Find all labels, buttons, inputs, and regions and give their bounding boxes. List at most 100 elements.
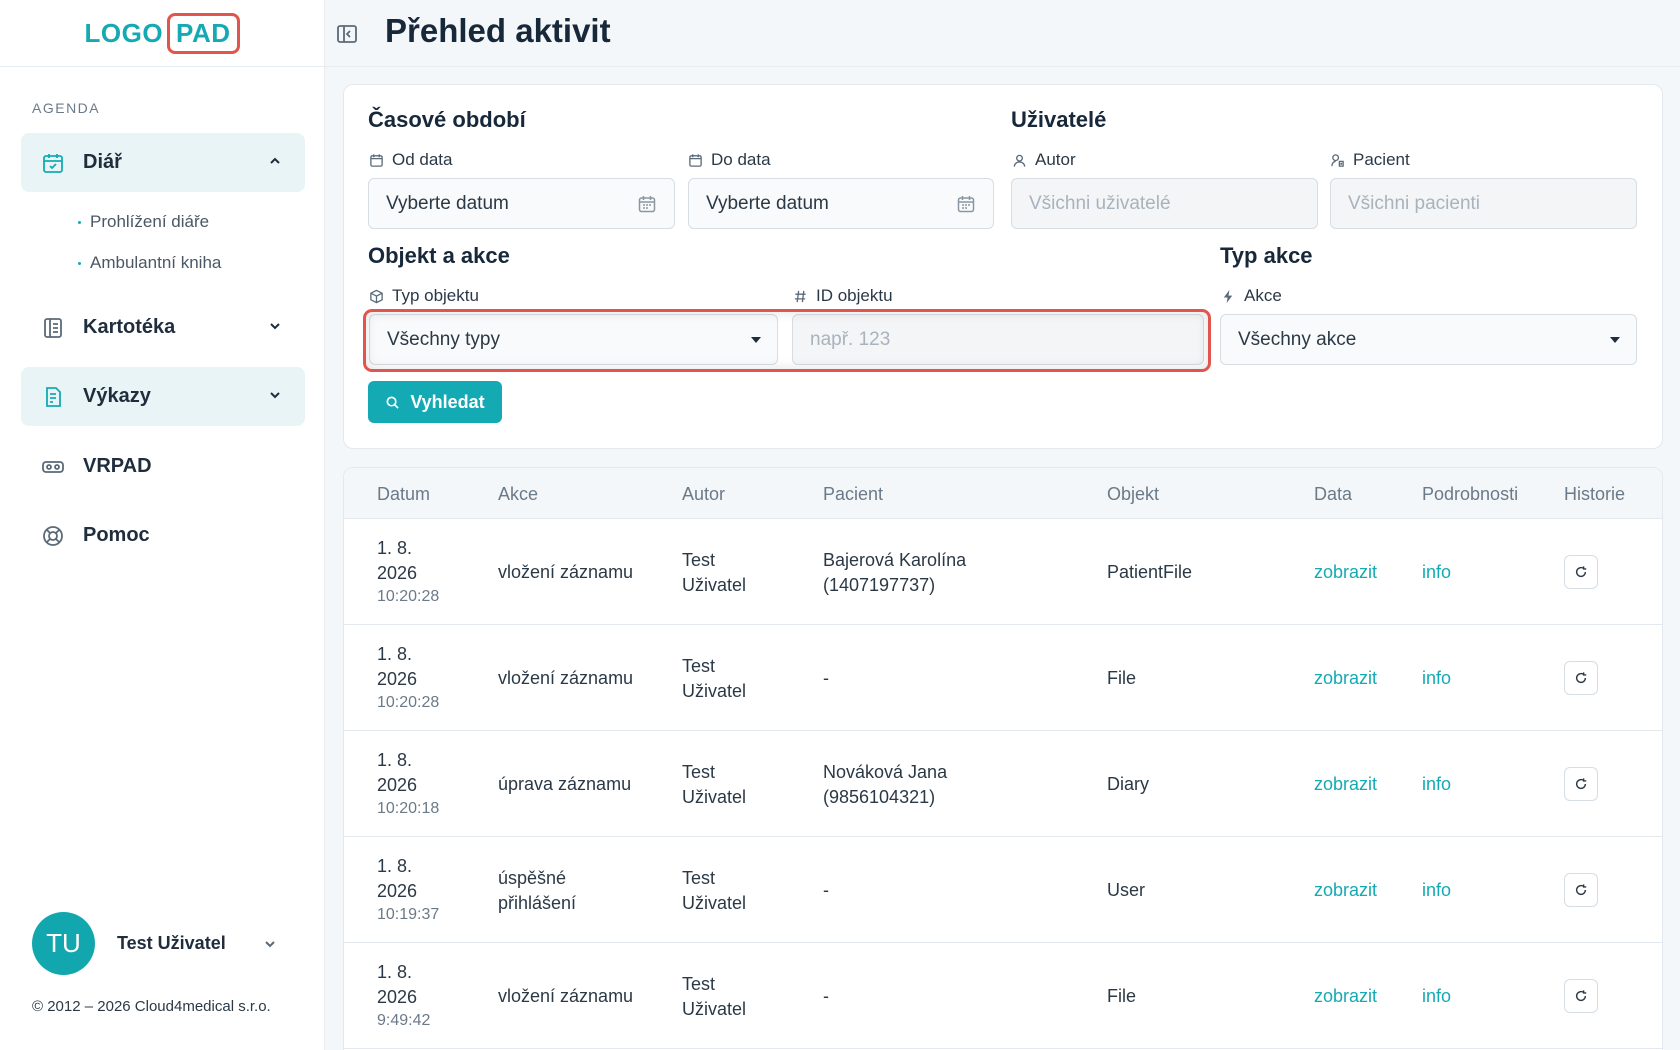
author-cell: Test Uživatel bbox=[682, 866, 746, 916]
date-cell: 1. 8. 2026 9:49:42 bbox=[377, 960, 430, 1032]
calendar-icon bbox=[370, 153, 383, 167]
to-date-input[interactable]: Vyberte datum bbox=[688, 178, 994, 229]
cell-line: Nováková Jana bbox=[823, 762, 948, 782]
details-link[interactable]: info bbox=[1422, 878, 1451, 903]
cell-line: Test bbox=[682, 656, 716, 676]
details-link[interactable]: info bbox=[1422, 772, 1451, 797]
object-cell: User bbox=[1107, 880, 1146, 900]
details-link[interactable]: info bbox=[1422, 666, 1451, 691]
search-button[interactable]: Vyhledat bbox=[368, 381, 502, 423]
caret-down-icon bbox=[1610, 337, 1620, 343]
date-cell: 1. 8. 2026 10:20:18 bbox=[377, 748, 439, 820]
data-link[interactable]: zobrazit bbox=[1314, 666, 1377, 691]
object-id-placeholder: např. 123 bbox=[810, 328, 891, 350]
refresh-icon bbox=[1575, 672, 1587, 684]
object-type-select[interactable]: Všechny typy bbox=[369, 314, 778, 365]
bullet-dot bbox=[78, 261, 81, 265]
date-year: 2026 bbox=[377, 563, 418, 583]
object-cell: Diary bbox=[1107, 774, 1150, 794]
date-day: 1. 8. bbox=[377, 856, 413, 876]
action-cell: vložení záznamu bbox=[498, 560, 633, 585]
caret-down-icon bbox=[751, 337, 761, 343]
refresh-icon bbox=[1575, 566, 1587, 578]
author-input[interactable]: Všichni uživatelé bbox=[1011, 178, 1318, 229]
col-header-history: Historie bbox=[1564, 484, 1626, 504]
calendar-icon bbox=[957, 196, 975, 213]
sidebar-subitem-ambulantni[interactable]: Ambulantní kniha bbox=[78, 253, 221, 273]
table-row: 1. 8. 2026 10:19:37 úspěšné přihlášení Test Už… bbox=[344, 837, 1662, 943]
data-link[interactable]: zobrazit bbox=[1314, 984, 1377, 1009]
patient-cell: Bajerová Karolína (1407197737) bbox=[823, 548, 966, 598]
section-label-agenda: AGENDA bbox=[32, 100, 101, 116]
logo[interactable]: LOGO PAD bbox=[84, 12, 240, 54]
date-year: 2026 bbox=[377, 775, 418, 795]
user-menu[interactable]: TU Test Uživatel bbox=[32, 912, 275, 975]
from-date-input[interactable]: Vyberte datum bbox=[368, 178, 675, 229]
col-header-patient: Pacient bbox=[823, 484, 884, 504]
col-header-action: Akce bbox=[498, 484, 539, 504]
patient-cell: Nováková Jana (9856104321) bbox=[823, 760, 947, 810]
sidebar-item-kartoteka[interactable]: Kartotéka bbox=[21, 298, 305, 357]
chevron-up-icon bbox=[267, 153, 283, 169]
cell-line: vložení záznamu bbox=[498, 986, 634, 1006]
to-date-value: Vyberte datum bbox=[706, 192, 829, 214]
data-link[interactable]: zobrazit bbox=[1314, 560, 1377, 585]
date-year: 2026 bbox=[377, 669, 418, 689]
table-row: 1. 8. 2026 9:49:42 vložení záznamu Test Uživa… bbox=[344, 943, 1662, 1049]
page-header: Přehled aktivit bbox=[325, 0, 1680, 67]
history-button[interactable] bbox=[1564, 661, 1598, 695]
object-type-value: Všechny typy bbox=[387, 328, 500, 350]
cell-line: Uživatel bbox=[682, 893, 747, 913]
sidebar-item-diar[interactable]: Diář bbox=[21, 133, 305, 192]
sidebar-subitem-prohlizeni[interactable]: Prohlížení diáře bbox=[78, 212, 209, 232]
object-type-label: Typ objektu bbox=[369, 286, 479, 306]
sidebar-subitem-label: Prohlížení diáře bbox=[90, 212, 210, 231]
action-cell: vložení záznamu bbox=[498, 984, 633, 1009]
data-link[interactable]: zobrazit bbox=[1314, 772, 1377, 797]
history-button[interactable] bbox=[1564, 979, 1598, 1013]
history-button[interactable] bbox=[1564, 873, 1598, 907]
sidebar-item-pomoc[interactable]: Pomoc bbox=[21, 506, 305, 565]
filter-panel bbox=[343, 84, 1663, 449]
user-icon bbox=[1013, 154, 1026, 167]
object-id-input[interactable]: např. 123 bbox=[792, 314, 1204, 365]
object-id-label: ID objektu bbox=[793, 286, 893, 306]
copyright: © 2012 – 2026 Cloud4medical s.r.o. bbox=[32, 998, 271, 1015]
col-header-date: Datum bbox=[377, 484, 431, 504]
history-button[interactable] bbox=[1564, 767, 1598, 801]
col-header-details: Podrobnosti bbox=[1422, 484, 1519, 504]
sidebar-item-label: Kartotéka bbox=[83, 316, 176, 338]
sidebar-item-vrpad[interactable]: VRPAD bbox=[21, 437, 305, 496]
sidebar-item-label: Diář bbox=[83, 151, 122, 173]
action-label: Akce bbox=[1221, 286, 1282, 306]
cell-line: Test bbox=[682, 974, 716, 994]
action-select[interactable]: Všechny akce bbox=[1220, 314, 1637, 365]
cell-line: Uživatel bbox=[682, 787, 747, 807]
refresh-icon bbox=[1575, 778, 1587, 790]
history-button[interactable] bbox=[1564, 555, 1598, 589]
patient-input[interactable]: Všichni pacienti bbox=[1330, 178, 1637, 229]
date-cell: 1. 8. 2026 10:19:37 bbox=[377, 854, 439, 926]
to-date-label-text: Do data bbox=[711, 150, 771, 169]
cell-line: Test bbox=[682, 550, 716, 570]
action-type-title: Typ akce bbox=[1220, 243, 1313, 268]
data-link[interactable]: zobrazit bbox=[1314, 878, 1377, 903]
sidebar-item-label: Pomoc bbox=[83, 524, 150, 546]
author-cell: Test Uživatel bbox=[682, 548, 746, 598]
sidebar-toggle-icon[interactable] bbox=[335, 22, 359, 46]
details-link[interactable]: info bbox=[1422, 984, 1451, 1009]
refresh-icon bbox=[1575, 884, 1587, 896]
table-header: Datum Akce Autor Pacient Objekt Data Pod… bbox=[344, 468, 1662, 519]
logo-text-right: PAD bbox=[167, 12, 240, 54]
date-year: 2026 bbox=[377, 881, 418, 901]
date-time: 9:49:42 bbox=[377, 1012, 431, 1029]
date-day: 1. 8. bbox=[377, 538, 413, 558]
date-cell: 1. 8. 2026 10:20:28 bbox=[377, 642, 439, 714]
author-placeholder: Všichni uživatelé bbox=[1029, 192, 1171, 214]
calendar-icon bbox=[689, 153, 702, 167]
logo-area: LOGO PAD bbox=[0, 0, 324, 67]
details-link[interactable]: info bbox=[1422, 560, 1451, 585]
sidebar-item-vykazy[interactable]: Výkazy bbox=[21, 367, 305, 426]
lifebuoy-icon bbox=[41, 524, 65, 548]
sidebar-subitem-label: Ambulantní kniha bbox=[90, 253, 222, 272]
